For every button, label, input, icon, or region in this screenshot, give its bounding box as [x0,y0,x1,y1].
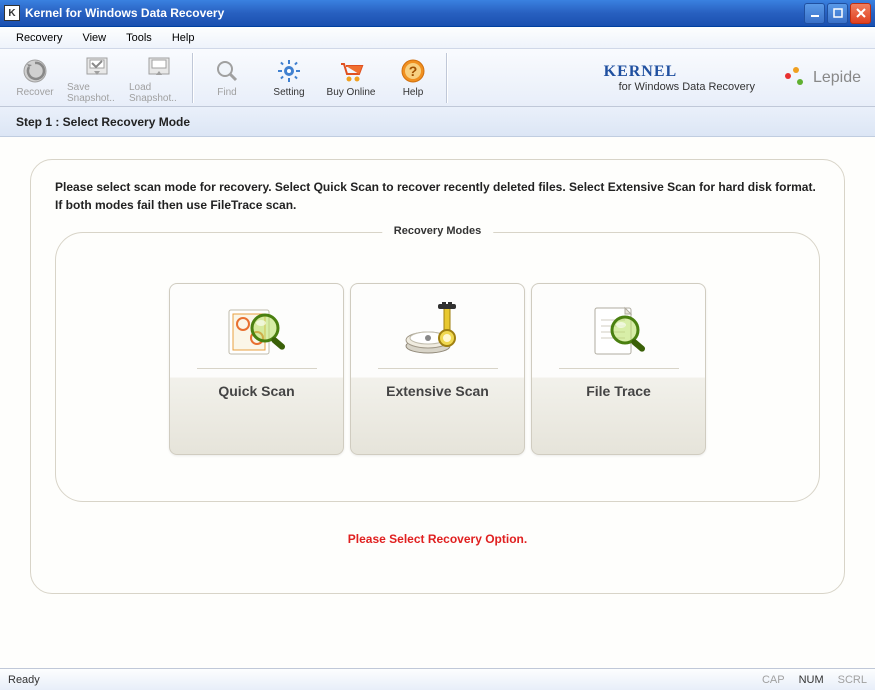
toolbar: Recover Save Snapshot.. Load Snapshot.. … [0,49,875,107]
maximize-button[interactable] [827,3,848,24]
brand-subtitle: for Windows Data Recovery [619,81,755,93]
extensive-scan-icon [400,300,476,360]
toolbar-separator [446,53,448,103]
lepide-text: Lepide [813,69,861,87]
minimize-button[interactable] [804,3,825,24]
buy-online-button[interactable]: Buy Online [320,51,382,105]
buy-online-label: Buy Online [327,87,376,98]
menu-help[interactable]: Help [162,29,205,47]
file-trace-button[interactable]: File Trace [531,283,706,455]
quick-scan-label: Quick Scan [218,383,294,399]
find-button: Find [196,51,258,105]
main-panel: Please select scan mode for recovery. Se… [30,159,845,594]
toolbar-separator [192,53,194,103]
step-header: Step 1 : Select Recovery Mode [0,107,875,137]
brand-lepide: Lepide [785,67,861,89]
window-title: Kernel for Windows Data Recovery [25,6,804,20]
select-option-message: Please Select Recovery Option. [55,532,820,546]
menu-tools[interactable]: Tools [116,29,162,47]
find-icon [213,57,241,85]
extensive-scan-label: Extensive Scan [386,383,489,399]
menu-recovery[interactable]: Recovery [6,29,72,47]
find-label: Find [217,87,236,98]
load-snapshot-label: Load Snapshot.. [129,82,189,104]
statusbar: Ready CAP NUM SCRL [0,668,875,690]
lepide-logo-icon [785,67,807,89]
recover-button: Recover [4,51,66,105]
recover-label: Recover [16,87,53,98]
quick-scan-icon [219,300,295,360]
file-trace-icon [581,300,657,360]
setting-button[interactable]: Setting [258,51,320,105]
menubar: Recovery View Tools Help [0,27,875,49]
load-snapshot-icon [145,52,173,80]
instructions-text: Please select scan mode for recovery. Se… [55,178,820,214]
setting-label: Setting [273,87,304,98]
brand-kernel: KERNEL for Windows Data Recovery [604,63,755,93]
status-cap: CAP [762,674,785,686]
save-snapshot-icon [83,52,111,80]
step-title: Step 1 : Select Recovery Mode [16,115,190,129]
help-icon: ? [399,57,427,85]
close-button[interactable] [850,3,871,24]
buy-online-icon [337,57,365,85]
file-trace-label: File Trace [586,383,651,399]
app-icon: K [4,5,20,21]
titlebar: K Kernel for Windows Data Recovery [0,0,875,27]
status-ready: Ready [8,674,762,686]
help-label: Help [403,87,424,98]
status-scrl: SCRL [838,674,867,686]
load-snapshot-button: Load Snapshot.. [128,51,190,105]
help-button[interactable]: ? Help [382,51,444,105]
setting-icon [275,57,303,85]
save-snapshot-button: Save Snapshot.. [66,51,128,105]
extensive-scan-button[interactable]: Extensive Scan [350,283,525,455]
save-snapshot-label: Save Snapshot.. [67,82,127,104]
menu-view[interactable]: View [72,29,116,47]
quick-scan-button[interactable]: Quick Scan [169,283,344,455]
status-num: NUM [799,674,824,686]
recovery-modes-fieldset: Recovery Modes [55,232,820,502]
svg-text:?: ? [409,63,418,79]
fieldset-legend: Recovery Modes [382,225,493,237]
content-area: Please select scan mode for recovery. Se… [0,137,875,668]
recover-icon [21,57,49,85]
brand-title: KERNEL [604,63,755,81]
